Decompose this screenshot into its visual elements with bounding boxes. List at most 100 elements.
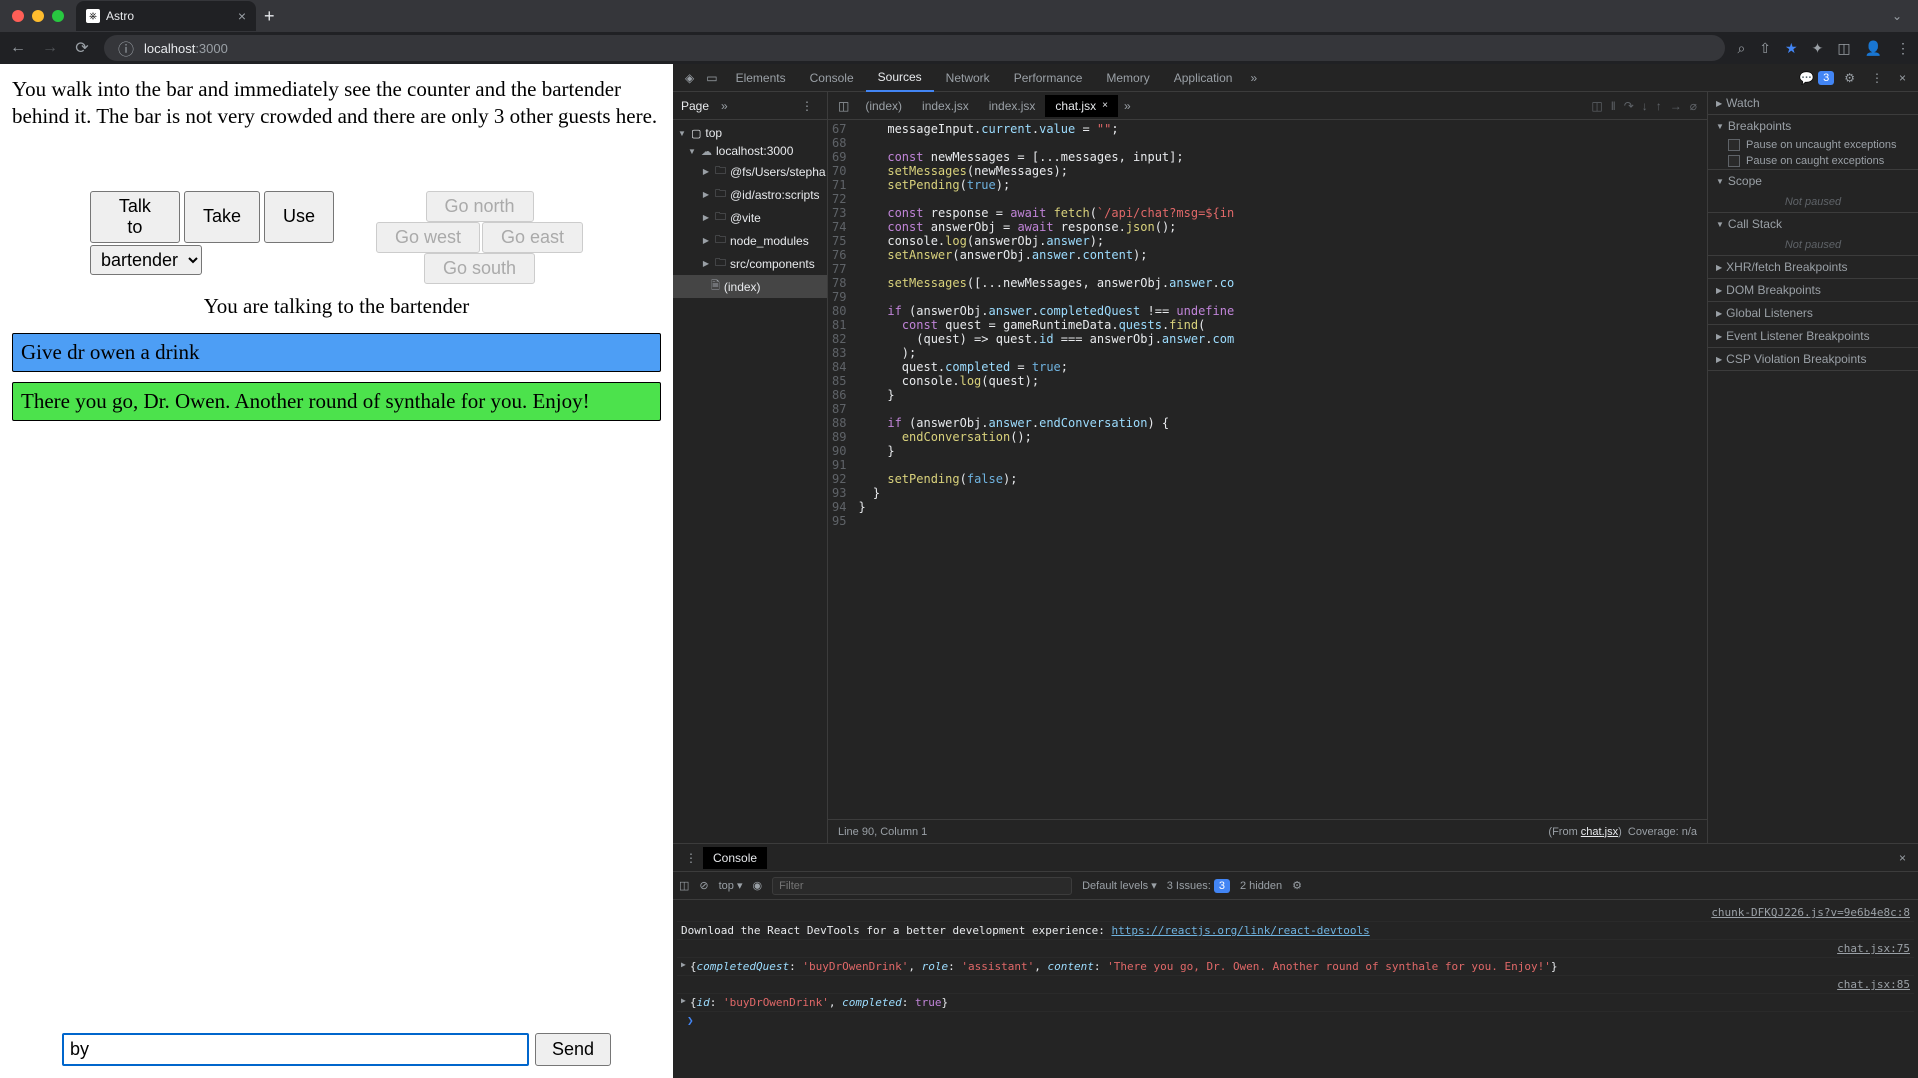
console-context-select[interactable]: top ▾ <box>719 879 743 892</box>
console-drawer-tab[interactable]: Console <box>703 847 767 869</box>
global-listeners-section[interactable]: ▶Global Listeners <box>1708 302 1918 324</box>
file-tab[interactable]: index.jsx <box>912 95 979 117</box>
xhr-bp-section[interactable]: ▶XHR/fetch Breakpoints <box>1708 256 1918 278</box>
log-levels-select[interactable]: Default levels ▾ <box>1082 879 1157 892</box>
message-source-link[interactable]: chunk-DFKQJ226.js?v=9e6b4e8c:8 <box>1711 906 1910 919</box>
issues-summary[interactable]: 3 Issues: 3 <box>1167 880 1230 892</box>
pause-uncaught-checkbox[interactable]: Pause on uncaught exceptions <box>1708 137 1918 153</box>
devtools-menu-icon[interactable]: ⋮ <box>1865 71 1889 85</box>
clear-console-icon[interactable]: ⊘ <box>699 879 708 892</box>
tab-console[interactable]: Console <box>798 65 866 91</box>
react-devtools-link[interactable]: https://reactjs.org/link/react-devtools <box>1111 924 1369 937</box>
target-select[interactable]: bartender <box>90 245 202 275</box>
file-tab[interactable]: index.jsx <box>979 95 1046 117</box>
more-files-icon[interactable]: » <box>1118 99 1137 113</box>
tab-performance[interactable]: Performance <box>1002 65 1095 91</box>
callstack-section[interactable]: ▼Call Stack <box>1708 213 1918 235</box>
page-content: You walk into the bar and immediately se… <box>0 64 673 1078</box>
console-menu-icon[interactable]: ⋮ <box>679 851 703 865</box>
tree-folder[interactable]: ▶🗀@id/astro:scripts <box>673 183 827 206</box>
device-toggle-icon[interactable]: ▭ <box>700 71 723 85</box>
watch-section[interactable]: ▶Watch <box>1708 92 1918 114</box>
console-message: chunk-DFKQJ226.js?v=9e6b4e8c:8 <box>677 904 1914 922</box>
address-bar[interactable]: ⓘ localhost:3000 <box>104 35 1725 61</box>
pause-icon[interactable]: ‖ <box>1611 99 1616 113</box>
console-sidebar-icon[interactable]: ◫ <box>679 879 689 892</box>
live-expression-icon[interactable]: ◉ <box>753 879 763 892</box>
tab-memory[interactable]: Memory <box>1094 65 1161 91</box>
tab-close-icon[interactable]: × <box>238 8 246 24</box>
sidepanel-icon[interactable]: ◫ <box>1837 40 1850 57</box>
file-tab[interactable]: (index) <box>855 95 912 117</box>
tree-top[interactable]: ▼▢top <box>673 124 827 142</box>
talk-to-button[interactable]: Talk to <box>90 191 180 243</box>
take-button[interactable]: Take <box>184 191 260 243</box>
issues-icon[interactable]: 💬 <box>1799 71 1814 85</box>
search-icon[interactable]: ⌕ <box>1737 40 1745 57</box>
console-message[interactable]: ▶ {id: 'buyDrOwenDrink', completed: true… <box>677 994 1914 1012</box>
window-close-button[interactable] <box>12 10 24 22</box>
tabs-dropdown-icon[interactable]: ⌄ <box>1892 9 1902 23</box>
console-settings-icon[interactable]: ⚙ <box>1292 879 1302 892</box>
console-prompt[interactable]: ❯ <box>677 1012 1914 1029</box>
tab-elements[interactable]: Elements <box>724 65 798 91</box>
message-source-link[interactable]: chat.jsx:85 <box>1837 978 1910 991</box>
step-out-icon[interactable]: ↑ <box>1656 99 1662 113</box>
step-into-icon[interactable]: ↓ <box>1642 99 1648 113</box>
file-tab-active[interactable]: chat.jsx× <box>1045 95 1118 117</box>
code-editor[interactable]: 6768697071727374757677787980818283848586… <box>828 120 1707 819</box>
use-button[interactable]: Use <box>264 191 334 243</box>
navigator-menu-icon[interactable]: ⋮ <box>795 99 819 113</box>
tab-application[interactable]: Application <box>1162 65 1245 91</box>
tree-folder[interactable]: ▶🗀node_modules <box>673 229 827 252</box>
source-origin: (From chat.jsx) Coverage: n/a <box>1548 826 1697 838</box>
tab-network[interactable]: Network <box>934 65 1002 91</box>
window-minimize-button[interactable] <box>32 10 44 22</box>
reload-button[interactable]: ⟳ <box>72 38 92 58</box>
close-icon[interactable]: × <box>1102 100 1108 111</box>
console-close-icon[interactable]: × <box>1893 851 1912 865</box>
window-maximize-button[interactable] <box>52 10 64 22</box>
more-tabs-icon[interactable]: » <box>1244 71 1263 85</box>
csp-bp-section[interactable]: ▶CSP Violation Breakpoints <box>1708 348 1918 370</box>
tree-file-index[interactable]: 🗎(index) <box>673 275 827 298</box>
more-navigator-icon[interactable]: » <box>715 99 734 113</box>
send-button[interactable]: Send <box>535 1033 611 1066</box>
tree-folder[interactable]: ▶🗀src/components <box>673 252 827 275</box>
dom-bp-section[interactable]: ▶DOM Breakpoints <box>1708 279 1918 301</box>
message-source-link[interactable]: chat.jsx:75 <box>1837 942 1910 955</box>
menu-icon[interactable]: ⋮ <box>1896 40 1910 57</box>
scope-section[interactable]: ▼Scope <box>1708 170 1918 192</box>
console-message[interactable]: ▶ {completedQuest: 'buyDrOwenDrink', rol… <box>677 958 1914 976</box>
devtools-close-icon[interactable]: × <box>1893 71 1912 85</box>
new-tab-button[interactable]: + <box>264 6 275 27</box>
profile-icon[interactable]: 👤 <box>1865 40 1882 57</box>
page-navigator-tab[interactable]: Page <box>681 99 709 113</box>
tree-host[interactable]: ▼☁localhost:3000 <box>673 142 827 160</box>
code-content: messageInput.current.value = ""; const n… <box>854 120 1707 819</box>
extensions-icon[interactable]: ✦ <box>1812 40 1824 57</box>
deactivate-breakpoints-icon[interactable]: ⌀ <box>1690 99 1697 113</box>
tree-folder[interactable]: ▶🗀@fs/Users/stepha <box>673 160 827 183</box>
narrative-text: You walk into the bar and immediately se… <box>12 76 661 131</box>
tab-sources[interactable]: Sources <box>866 64 934 92</box>
user-message: Give dr owen a drink <box>12 333 661 372</box>
toggle-debugger-icon[interactable]: ◫ <box>1591 99 1602 113</box>
tree-folder[interactable]: ▶🗀@vite <box>673 206 827 229</box>
back-button[interactable]: ← <box>8 39 28 57</box>
step-over-icon[interactable]: ↷ <box>1624 99 1634 113</box>
step-icon[interactable]: → <box>1670 99 1682 113</box>
chat-input[interactable] <box>62 1033 529 1066</box>
site-info-icon[interactable]: ⓘ <box>116 36 136 60</box>
browser-tab[interactable]: ⎈ Astro × <box>76 1 256 31</box>
pause-caught-checkbox[interactable]: Pause on caught exceptions <box>1708 153 1918 169</box>
talking-to-label: You are talking to the bartender <box>12 294 661 319</box>
bookmark-icon[interactable]: ★ <box>1785 40 1798 57</box>
event-bp-section[interactable]: ▶Event Listener Breakpoints <box>1708 325 1918 347</box>
share-icon[interactable]: ⇧ <box>1759 40 1771 57</box>
settings-icon[interactable]: ⚙ <box>1838 71 1861 85</box>
inspect-icon[interactable]: ◈ <box>679 71 700 85</box>
breakpoints-section[interactable]: ▼Breakpoints <box>1708 115 1918 137</box>
toggle-navigator-icon[interactable]: ◫ <box>832 99 855 113</box>
console-filter-input[interactable] <box>772 877 1072 895</box>
